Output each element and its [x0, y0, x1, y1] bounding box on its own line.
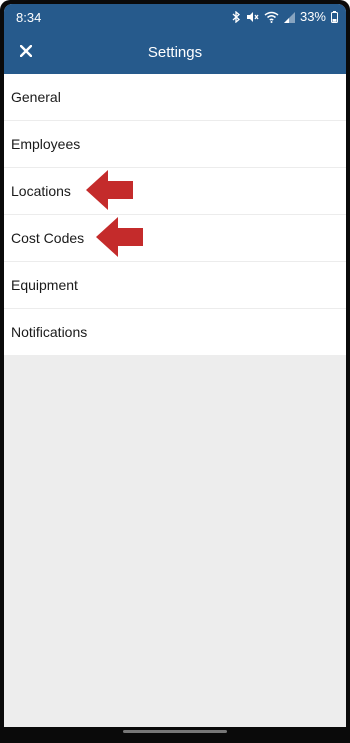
- settings-menu: General Employees Locations Cost Codes E…: [4, 74, 346, 355]
- battery-percent: 33%: [299, 9, 326, 24]
- wifi-icon: [264, 11, 279, 23]
- status-time: 8:34: [16, 10, 42, 25]
- menu-item-general[interactable]: General: [4, 74, 346, 121]
- app-header: Settings: [4, 32, 346, 74]
- navigation-bar: [0, 727, 350, 743]
- status-bar: 8:34 33%: [4, 4, 346, 32]
- status-icons: 33%: [232, 10, 338, 24]
- menu-item-label: Cost Codes: [11, 230, 85, 246]
- page-title: Settings: [147, 44, 203, 61]
- menu-item-label: Equipment: [11, 277, 78, 293]
- menu-item-locations[interactable]: Locations: [4, 168, 346, 215]
- menu-item-label: Locations: [11, 183, 71, 199]
- menu-item-label: Notifications: [11, 324, 88, 340]
- menu-item-cost-codes[interactable]: Cost Codes: [4, 215, 346, 262]
- phone-frame: 8:34 33% Settings General Employees Loca…: [0, 0, 350, 743]
- annotation-arrow-icon: [86, 168, 134, 217]
- menu-item-label: Employees: [11, 136, 81, 152]
- menu-item-label: General: [11, 89, 61, 105]
- menu-item-employees[interactable]: Employees: [4, 121, 346, 168]
- menu-item-notifications[interactable]: Notifications: [4, 309, 346, 355]
- bluetooth-icon: [232, 11, 241, 23]
- home-indicator[interactable]: [123, 730, 227, 733]
- menu-item-equipment[interactable]: Equipment: [4, 262, 346, 309]
- battery-icon: [331, 11, 338, 23]
- screen: 8:34 33% Settings General Employees Loca…: [4, 4, 346, 727]
- mute-icon: [246, 11, 259, 23]
- annotation-arrow-icon: [96, 215, 144, 264]
- signal-icon: [283, 11, 295, 23]
